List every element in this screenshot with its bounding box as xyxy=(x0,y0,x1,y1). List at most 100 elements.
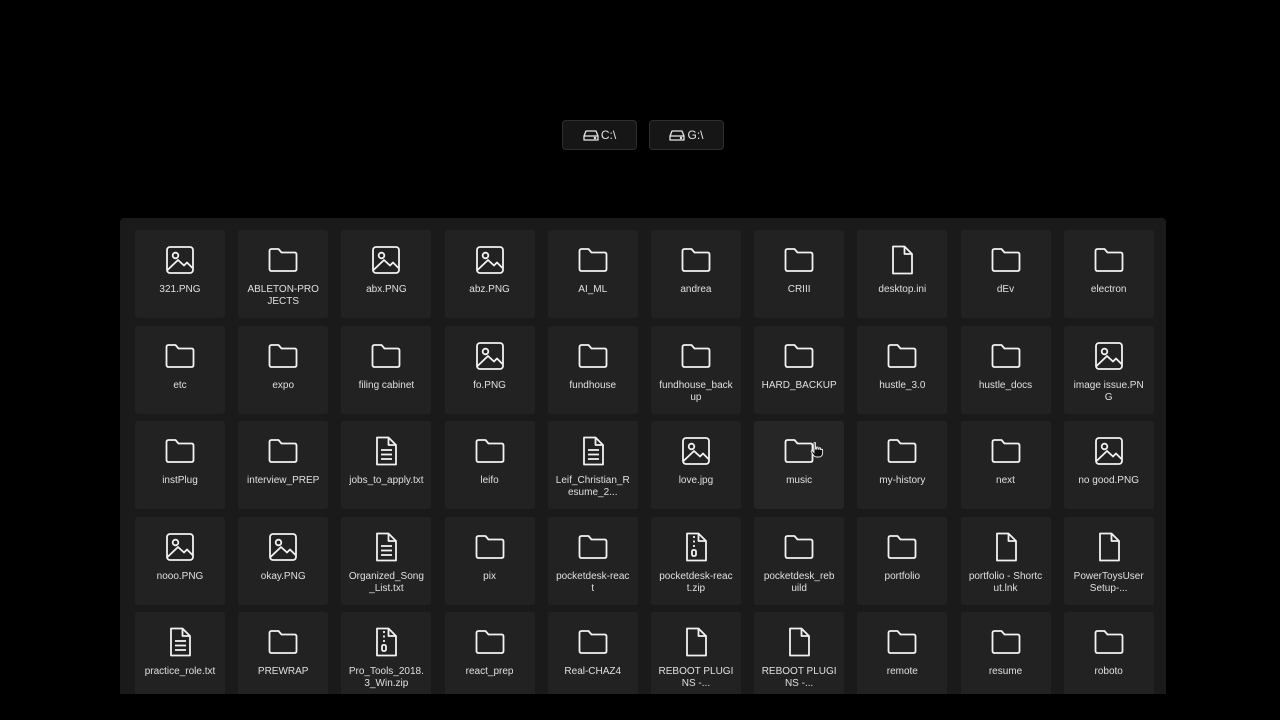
folder-icon xyxy=(989,339,1023,373)
folder-item[interactable]: andrea xyxy=(650,230,741,318)
folder-icon xyxy=(576,339,610,373)
file-item[interactable]: fo.PNG xyxy=(444,325,535,414)
folder-icon xyxy=(473,625,507,659)
folder-item[interactable]: remote xyxy=(857,612,948,694)
folder-item[interactable]: music xyxy=(754,421,845,509)
file-item[interactable]: PowerToysUserSetup-... xyxy=(1063,516,1154,605)
folder-item[interactable]: pocketdesk_rebuild xyxy=(754,516,845,605)
folder-icon xyxy=(163,339,197,373)
image-file-icon xyxy=(1092,434,1126,468)
item-label: no good.PNG xyxy=(1078,475,1139,486)
item-label: my-history xyxy=(879,475,926,486)
folder-icon xyxy=(576,530,610,564)
file-icon xyxy=(782,625,816,659)
folder-item[interactable]: interview_PREP xyxy=(238,421,329,509)
file-item[interactable]: portfolio - Shortcut.lnk xyxy=(960,516,1051,605)
folder-icon xyxy=(679,339,713,373)
folder-item[interactable]: expo xyxy=(238,325,329,414)
file-item[interactable]: abz.PNG xyxy=(444,230,535,318)
folder-item[interactable]: my-history xyxy=(857,421,948,509)
folder-item[interactable]: ABLETON-PROJECTS xyxy=(238,230,329,318)
folder-item[interactable]: fundhouse xyxy=(547,325,638,414)
item-label: nooo.PNG xyxy=(156,570,204,582)
folder-item[interactable]: HARD_BACKUP xyxy=(754,325,845,414)
item-label: pocketdesk-react xyxy=(556,570,630,594)
item-label: pocketdesk-react.zip xyxy=(659,570,733,594)
item-label: desktop.ini xyxy=(878,284,927,295)
file-item[interactable]: jobs_to_apply.txt xyxy=(341,421,432,509)
item-label: portfolio xyxy=(884,570,921,582)
item-label: 321.PNG xyxy=(159,284,201,295)
item-label: etc xyxy=(173,379,187,391)
item-label: music xyxy=(786,475,813,486)
drive-label: G:\ xyxy=(687,128,704,142)
item-label: Leif_Christian_Resume_2... xyxy=(555,475,630,498)
folder-icon xyxy=(266,625,300,659)
folder-item[interactable]: resume xyxy=(960,612,1051,694)
file-item[interactable]: no good.PNG xyxy=(1063,421,1154,509)
folder-icon xyxy=(782,243,816,277)
item-label: portfolio - Shortcut.lnk xyxy=(968,570,1043,594)
item-label: resume xyxy=(988,666,1023,677)
item-label: practice_role.txt xyxy=(144,666,216,677)
text-file-icon xyxy=(369,530,403,564)
image-file-icon xyxy=(266,530,300,564)
file-item[interactable]: nooo.PNG xyxy=(135,516,225,605)
folder-item[interactable]: etc xyxy=(135,325,225,414)
folder-item[interactable]: portfolio xyxy=(857,516,948,605)
file-item[interactable]: practice_role.txt xyxy=(135,612,225,694)
folder-item[interactable]: PREWRAP xyxy=(238,612,329,694)
file-item[interactable]: abx.PNG xyxy=(341,230,432,318)
file-item[interactable]: REBOOT PLUGINS -... xyxy=(650,612,741,694)
text-file-icon xyxy=(369,434,403,468)
folder-item[interactable]: instPlug xyxy=(135,421,225,509)
drive-g-button[interactable]: G:\ xyxy=(649,120,724,150)
file-icon xyxy=(885,243,919,277)
item-label: react_prep xyxy=(465,666,514,677)
item-label: HARD_BACKUP xyxy=(761,379,837,391)
item-label: hustle_docs xyxy=(978,379,1033,391)
file-item[interactable]: okay.PNG xyxy=(238,516,329,605)
file-item[interactable]: love.jpg xyxy=(650,421,741,509)
image-file-icon xyxy=(679,434,713,468)
folder-item[interactable]: hustle_3.0 xyxy=(857,325,948,414)
file-item[interactable]: 321.PNG xyxy=(135,230,225,318)
folder-item[interactable]: electron xyxy=(1063,230,1154,318)
folder-item[interactable]: react_prep xyxy=(444,612,535,694)
item-label: leifo xyxy=(480,475,499,486)
item-label: PREWRAP xyxy=(257,666,309,677)
folder-item[interactable]: hustle_docs xyxy=(960,325,1051,414)
item-label: instPlug xyxy=(162,475,198,486)
folder-item[interactable]: CRIII xyxy=(754,230,845,318)
folder-item[interactable]: dEv xyxy=(960,230,1051,318)
item-label: andrea xyxy=(680,284,712,295)
drive-label: C:\ xyxy=(600,128,617,142)
file-item[interactable]: pocketdesk-react.zip xyxy=(650,516,741,605)
drive-c-button[interactable]: C:\ xyxy=(562,120,637,150)
item-label: fo.PNG xyxy=(473,379,506,391)
file-item[interactable]: Leif_Christian_Resume_2... xyxy=(547,421,638,509)
folder-icon xyxy=(885,530,919,564)
item-label: roboto xyxy=(1094,666,1123,677)
file-item[interactable]: REBOOT PLUGINS -... xyxy=(754,612,845,694)
folder-item[interactable]: pix xyxy=(444,516,535,605)
file-item[interactable]: Pro_Tools_2018.3_Win.zip xyxy=(341,612,432,694)
item-label: Organized_Song_List.txt xyxy=(348,570,424,594)
folder-item[interactable]: pocketdesk-react xyxy=(547,516,638,605)
folder-item[interactable]: fundhouse_backup xyxy=(650,325,741,414)
file-item[interactable]: image issue.PNG xyxy=(1063,325,1154,414)
drive-selector: C:\ G:\ xyxy=(562,120,724,150)
folder-item[interactable]: Real-CHAZ4 xyxy=(547,612,638,694)
item-label: expo xyxy=(272,379,295,391)
folder-item[interactable]: next xyxy=(960,421,1051,509)
folder-item[interactable]: roboto xyxy=(1063,612,1154,694)
folder-item[interactable]: AI_ML xyxy=(547,230,638,318)
folder-item[interactable]: leifo xyxy=(444,421,535,509)
image-file-icon xyxy=(163,243,197,277)
file-item[interactable]: Organized_Song_List.txt xyxy=(341,516,432,605)
item-label: electron xyxy=(1090,284,1127,295)
file-item[interactable]: desktop.ini xyxy=(857,230,948,318)
folder-icon xyxy=(989,434,1023,468)
folder-item[interactable]: filing cabinet xyxy=(341,325,432,414)
folder-icon xyxy=(473,434,507,468)
